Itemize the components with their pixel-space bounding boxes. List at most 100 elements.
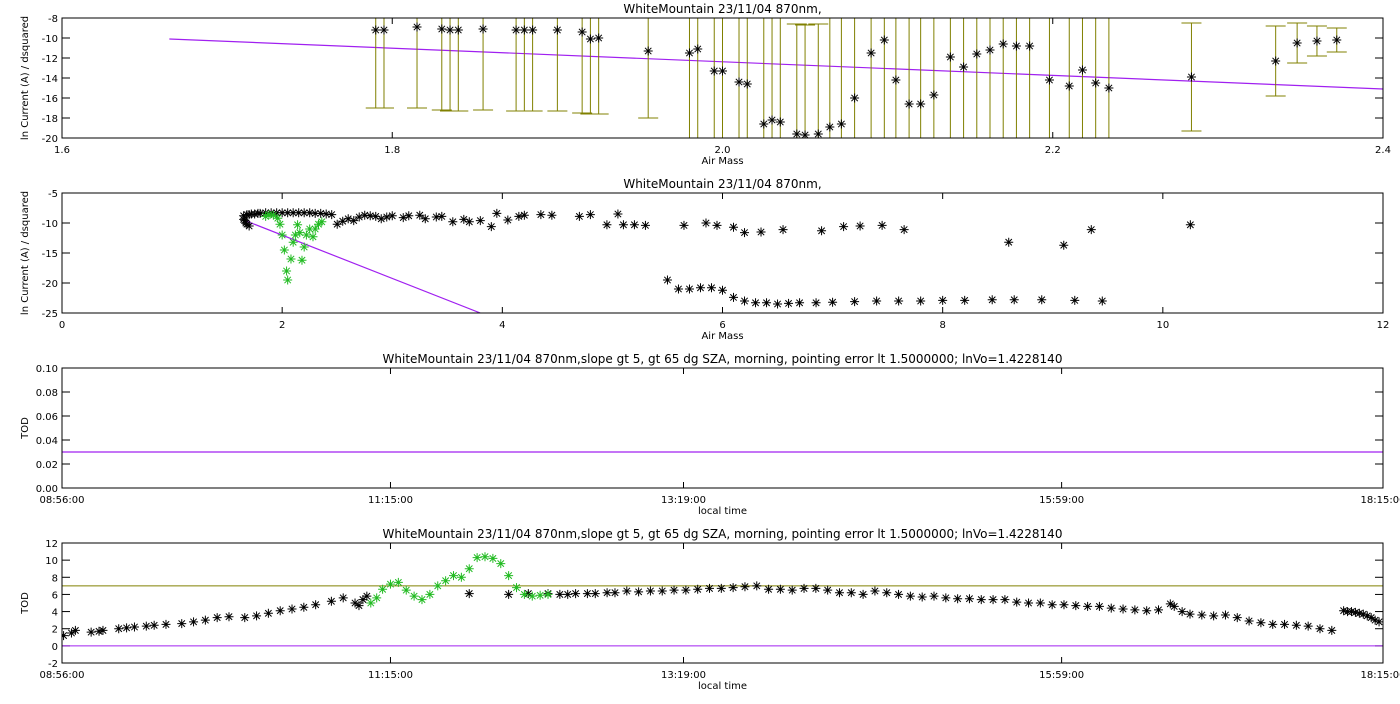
data-point xyxy=(1035,598,1045,608)
data-point xyxy=(684,284,694,294)
data-point xyxy=(945,52,955,62)
data-point xyxy=(1154,605,1163,615)
data-point xyxy=(1059,600,1069,610)
data-point xyxy=(610,588,620,598)
data-point xyxy=(1009,295,1019,305)
data-point xyxy=(224,612,234,622)
chart-airmass-zoom: WhiteMountain 23/11/04 870nm, Air Mass ln … xyxy=(20,2,1391,167)
data-point xyxy=(417,595,427,605)
data-point xyxy=(378,584,388,594)
data-point xyxy=(998,39,1008,49)
data-point xyxy=(972,49,982,59)
x-tick-label: 11:15:00 xyxy=(368,670,413,681)
data-point xyxy=(846,588,856,598)
data-point xyxy=(695,283,705,293)
y-tick-label: -20 xyxy=(42,134,58,145)
data-point xyxy=(409,591,419,601)
data-point xyxy=(437,24,447,34)
data-point xyxy=(379,25,389,35)
data-point xyxy=(740,582,750,592)
figure-canvas: WhiteMountain 23/11/04 870nm, Air Mass ln … xyxy=(20,2,1400,692)
data-point xyxy=(762,298,772,308)
data-point xyxy=(1315,624,1325,634)
data-point xyxy=(437,211,447,221)
chart-title: WhiteMountain 23/11/04 870nm, xyxy=(623,177,821,191)
data-point xyxy=(929,591,939,601)
data-point xyxy=(547,210,557,220)
data-point xyxy=(684,48,694,58)
data-point xyxy=(504,571,514,581)
x-tick-label: 13:19:00 xyxy=(661,495,706,506)
data-point xyxy=(987,295,997,305)
data-point xyxy=(275,219,285,229)
data-point xyxy=(669,585,679,595)
data-point xyxy=(1185,220,1195,230)
data-point xyxy=(1177,607,1187,617)
y-axis-label: TOD xyxy=(20,417,31,440)
data-point xyxy=(1094,601,1104,611)
data-point xyxy=(86,627,96,637)
data-point xyxy=(1118,604,1128,614)
data-point xyxy=(1268,619,1278,629)
data-point xyxy=(1091,78,1101,88)
y-tick-label: -5 xyxy=(48,189,58,200)
data-point xyxy=(511,25,521,35)
data-point xyxy=(836,119,846,129)
data-point xyxy=(486,222,496,232)
data-point xyxy=(1220,610,1230,620)
data-point xyxy=(366,598,376,608)
data-point xyxy=(1037,295,1047,305)
data-point xyxy=(673,284,683,294)
data-point xyxy=(705,583,715,593)
x-tick-label: 12 xyxy=(1377,320,1390,331)
data-point xyxy=(799,583,809,593)
data-point xyxy=(590,589,600,599)
data-point xyxy=(288,237,298,247)
data-point xyxy=(823,585,833,595)
x-tick-label: 08:56:00 xyxy=(40,670,85,681)
data-point xyxy=(585,34,595,44)
data-point xyxy=(1025,41,1035,51)
data-point xyxy=(1232,613,1242,623)
data-point xyxy=(212,613,222,623)
data-point xyxy=(1332,35,1342,45)
data-point xyxy=(729,292,739,302)
data-point xyxy=(1106,603,1116,613)
data-point xyxy=(425,589,435,599)
data-point xyxy=(362,591,372,601)
chart-title: WhiteMountain 23/11/04 870nm,slope gt 5,… xyxy=(383,527,1063,541)
data-point xyxy=(629,220,639,230)
data-point xyxy=(916,99,926,109)
data-point xyxy=(988,595,998,605)
data-point xyxy=(759,119,769,129)
data-point xyxy=(311,600,321,610)
data-point xyxy=(585,210,595,220)
data-point xyxy=(1104,83,1114,93)
y-tick-label: 0.06 xyxy=(36,412,58,423)
data-point xyxy=(679,220,689,230)
data-point xyxy=(959,62,969,72)
y-tick-label: -8 xyxy=(48,14,58,25)
data-point xyxy=(728,583,738,593)
data-point xyxy=(953,594,963,604)
data-point xyxy=(634,587,644,597)
data-point xyxy=(756,227,766,237)
data-point xyxy=(412,22,422,32)
y-tick-label: -15 xyxy=(42,249,58,260)
data-point xyxy=(404,211,414,221)
plot-area xyxy=(62,552,1383,647)
data-point xyxy=(393,577,403,587)
data-point xyxy=(740,228,750,238)
data-point xyxy=(287,604,297,614)
y-tick-label: 4 xyxy=(52,608,58,619)
data-point xyxy=(149,620,159,630)
data-point xyxy=(712,220,722,230)
data-point xyxy=(618,220,628,230)
data-point xyxy=(456,572,466,582)
data-point xyxy=(1000,595,1010,605)
data-point xyxy=(811,583,821,593)
data-point xyxy=(792,129,802,138)
data-point xyxy=(929,90,939,100)
data-point xyxy=(1004,237,1014,247)
data-point xyxy=(1185,609,1195,619)
